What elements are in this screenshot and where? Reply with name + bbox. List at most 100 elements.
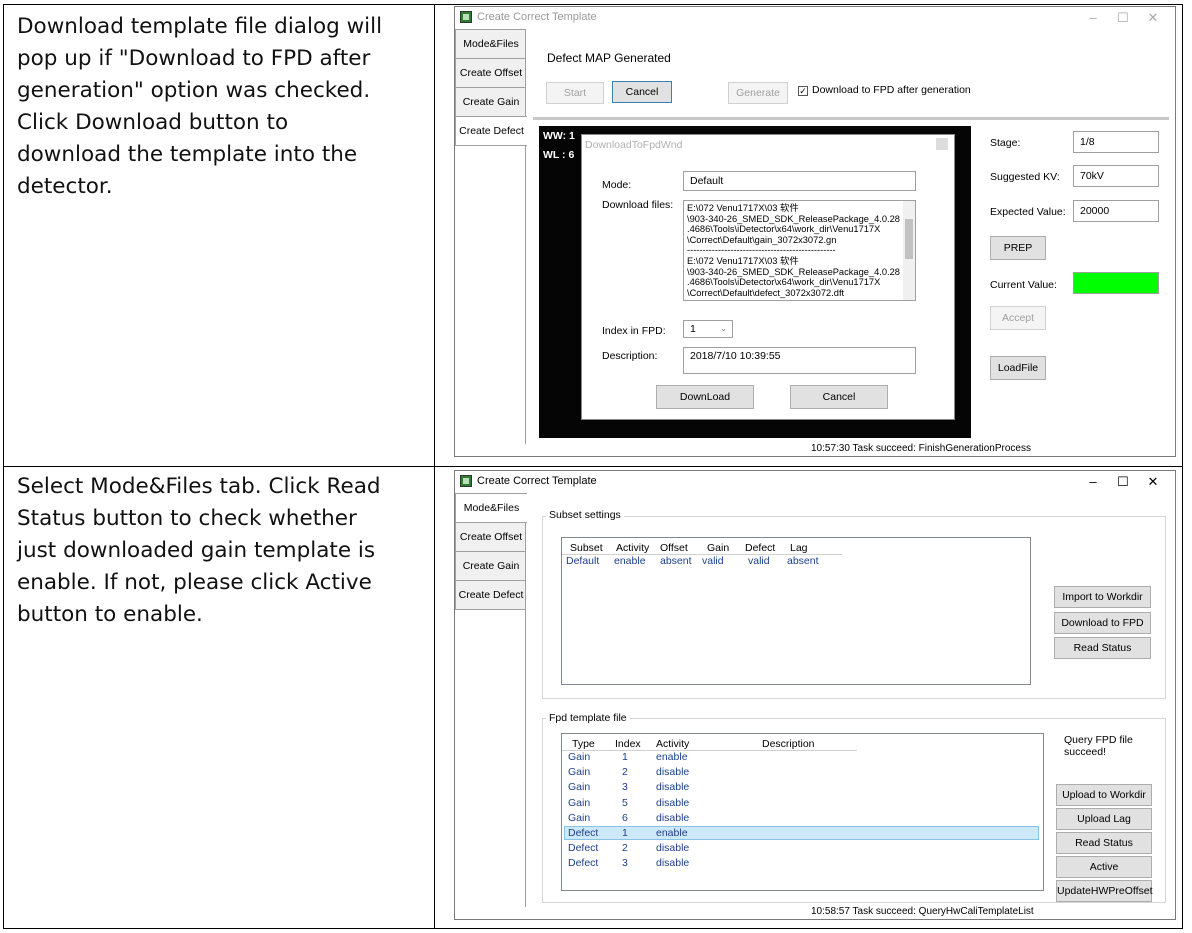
file-path-line: \903-340-26_SMED_SDK_ReleasePackage_4.0.… [687, 213, 900, 224]
minimize-button[interactable]: – [1079, 9, 1107, 27]
table-cell: valid [748, 555, 770, 567]
file-path-line: E:\072 Venu1717X\03 软件 [687, 255, 799, 266]
table-cell: valid [702, 555, 724, 567]
table-cell: disable [656, 796, 690, 809]
table-cell: 1 [622, 751, 628, 763]
subset-list[interactable]: Subset Activity Offset Gain Defect Lag D… [561, 537, 1031, 685]
table-cell: 3 [622, 781, 628, 794]
column-header[interactable]: Lag [790, 542, 808, 554]
instruction-table: Download template file dialog will pop u… [3, 4, 1183, 929]
file-path-line: .4686\Tools\iDetector\x64\work_dir\Venu1… [687, 277, 881, 288]
table-cell: Gain [568, 811, 591, 824]
column-header[interactable]: Activity [616, 542, 649, 554]
column-header[interactable]: Index [615, 738, 641, 750]
column-header[interactable]: Gain [707, 542, 729, 554]
cancel-button[interactable]: Cancel [612, 81, 672, 103]
tab-mode-files[interactable]: Mode&Files [455, 29, 526, 59]
status-message: 10:57:30 Task succeed: FinishGenerationP… [811, 443, 1031, 454]
table-cell: Gain [568, 796, 591, 809]
tab-create-gain[interactable]: Create Gain [455, 551, 526, 581]
window-title: Create Correct Template [477, 11, 597, 23]
title-bar: Create Correct Template – ☐ ✕ [455, 7, 1175, 29]
instruction-line: just downloaded gain template is [17, 538, 376, 563]
table-cell: Gain [568, 766, 591, 779]
update-hw-pre-offset-button[interactable]: UpdateHWPreOffset [1056, 880, 1153, 902]
window-width-readout: WW: 1 [543, 130, 575, 142]
close-button[interactable]: ✕ [1139, 473, 1167, 491]
current-value-indicator [1073, 272, 1159, 294]
upload-lag-button[interactable]: Upload Lag [1056, 808, 1152, 830]
download-after-generation-checkbox[interactable]: ✓ [798, 86, 808, 96]
tab-mode-files[interactable]: Mode&Files [455, 493, 527, 523]
table-cell: enable [656, 827, 688, 839]
index-in-fpd-label: Index in FPD: [602, 325, 666, 337]
start-button[interactable]: Start [546, 82, 604, 104]
separator [533, 117, 1169, 120]
file-path-line: \Correct\Default\defect_3072x3072.dft [687, 287, 845, 298]
minimize-button[interactable]: – [1079, 473, 1107, 491]
scrollbar-thumb[interactable] [905, 219, 913, 259]
expected-value-field: 20000 [1073, 200, 1159, 222]
index-value: 1 [690, 323, 696, 335]
suggested-kv-field: 70kV [1073, 165, 1159, 187]
tab-create-defect[interactable]: Create Defect [455, 116, 527, 146]
tab-create-defect[interactable]: Create Defect [455, 580, 526, 610]
title-bar: Create Correct Template – ☐ ✕ [455, 471, 1175, 493]
table-cell: Default [566, 555, 600, 567]
tab-strip: Mode&Files Create Offset Create Gain Cre… [455, 29, 527, 146]
tab-create-offset[interactable]: Create Offset [455, 522, 526, 552]
upload-to-workdir-button[interactable]: Upload to Workdir [1056, 784, 1152, 806]
header-separator [562, 750, 857, 751]
maximize-button[interactable]: ☐ [1109, 9, 1137, 27]
instruction-line: detector. [17, 174, 113, 199]
mode-field[interactable]: Default [683, 171, 916, 191]
stage-field: 1/8 [1073, 131, 1159, 153]
prep-button[interactable]: PREP [990, 236, 1046, 260]
instruction-line: Download template file dialog will [17, 14, 383, 39]
column-header[interactable]: Type [572, 738, 595, 750]
loadfile-button[interactable]: LoadFile [990, 356, 1046, 380]
dialog-close-icon[interactable] [936, 138, 948, 150]
query-status-line: Query FPD file [1064, 734, 1133, 746]
column-header[interactable]: Defect [745, 542, 775, 554]
column-header[interactable]: Subset [570, 542, 603, 554]
table-cell: 5 [622, 796, 628, 809]
status-message: 10:58:57 Task succeed: QueryHwCaliTempla… [811, 906, 1034, 917]
column-header[interactable]: Activity [656, 738, 689, 750]
scrollbar[interactable] [903, 201, 915, 300]
download-to-fpd-button[interactable]: Download to FPD [1054, 612, 1151, 634]
query-status-message: Query FPD file succeed! [1064, 734, 1133, 758]
column-header[interactable]: Offset [660, 542, 688, 554]
download-files-field[interactable]: E:\072 Venu1717X\03 软件 \903-340-26_SMED_… [683, 200, 916, 301]
import-to-workdir-button[interactable]: Import to Workdir [1054, 586, 1151, 608]
table-cell: disable [656, 766, 690, 779]
index-in-fpd-select[interactable]: 1 ⌄ [683, 320, 733, 338]
tab-create-offset[interactable]: Create Offset [455, 58, 526, 88]
maximize-button[interactable]: ☐ [1109, 473, 1137, 491]
close-button[interactable]: ✕ [1139, 9, 1167, 27]
screenshot-defect-download: Create Correct Template – ☐ ✕ Mode&Files… [454, 6, 1176, 457]
active-button[interactable]: Active [1056, 856, 1152, 878]
table-cell: 3 [622, 857, 628, 870]
window-title: Create Correct Template [477, 475, 597, 487]
description-field[interactable]: 2018/7/10 10:39:55 [683, 347, 916, 374]
dialog-cancel-button[interactable]: Cancel [790, 385, 888, 409]
file-path-line: \903-340-26_SMED_SDK_ReleasePackage_4.0.… [687, 266, 900, 277]
accept-button[interactable]: Accept [990, 306, 1046, 330]
read-status-button[interactable]: Read Status [1054, 637, 1151, 659]
instruction-line: Select Mode&Files tab. Click Read [17, 474, 381, 499]
column-header[interactable]: Description [762, 738, 815, 750]
dialog-title: DownloadToFpdWnd [585, 139, 683, 151]
tab-border [525, 493, 526, 907]
window-level-readout: WL : 6 [543, 149, 575, 161]
download-button[interactable]: DownLoad [656, 385, 754, 409]
table-cell: Gain [568, 751, 591, 763]
read-status-button-2[interactable]: Read Status [1056, 832, 1152, 854]
tab-create-gain[interactable]: Create Gain [455, 87, 526, 117]
fpd-template-list[interactable]: Type Index Activity Description Gain 1 ena… [561, 733, 1044, 891]
expected-value-label: Expected Value: [990, 206, 1066, 218]
instruction-line: Click Download button to [17, 110, 289, 135]
generate-button[interactable]: Generate [728, 82, 788, 104]
download-dialog: DownloadToFpdWnd Mode: Default Download … [581, 134, 955, 420]
table-cell: 2 [622, 766, 628, 779]
